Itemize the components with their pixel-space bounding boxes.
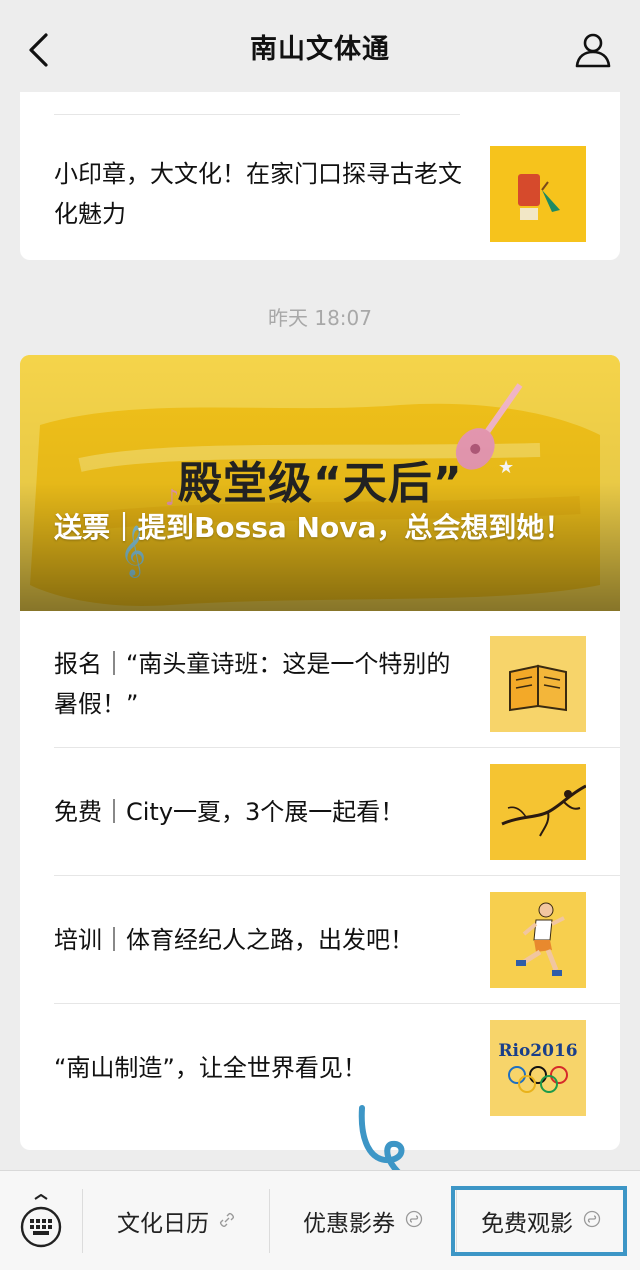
runner-thumbnail [490, 892, 586, 988]
rio-logo-text: Rio2016 [498, 1041, 578, 1061]
chevron-left-icon [29, 33, 48, 67]
menu-item-culture-calendar[interactable]: 文化日历 [83, 1171, 269, 1270]
miniprogram-icon [405, 1208, 423, 1234]
featured-banner[interactable]: 𝄞 ♪ ★ 殿堂级“天后” 送票｜提到Bossa Nova，总会想到她！ [20, 355, 620, 611]
link-icon [219, 1208, 235, 1234]
olympic-rings-icon [508, 1066, 568, 1093]
profile-button[interactable] [574, 30, 612, 68]
divider [54, 114, 460, 115]
list-item[interactable]: 免费｜City一夏，3个展一起看！ [54, 748, 586, 876]
article-title: 报名｜“南头童诗班：这是一个特别的暑假！” [54, 650, 451, 718]
article-title: 小印章，大文化！在家门口探寻古老文化魅力 [54, 160, 462, 228]
user-icon [575, 33, 611, 68]
menu-item-label: 文化日历 [117, 1211, 209, 1237]
keyboard-icon [20, 1194, 62, 1248]
featured-caption: 送票｜提到Bossa Nova，总会想到她！ [54, 511, 573, 544]
keyboard-toggle-button[interactable] [18, 1193, 64, 1249]
seal-thumbnail [490, 146, 586, 242]
seal-stamp-icon [490, 146, 586, 242]
annotation-highlight-box [451, 1186, 627, 1256]
list-item[interactable]: 报名｜“南头童诗班：这是一个特别的暑假！” [54, 620, 586, 748]
branch-thumbnail [490, 764, 586, 860]
list-item[interactable]: 小印章，大文化！在家门口探寻古老文化魅力 [54, 130, 586, 258]
message-timestamp: 昨天 18:07 [268, 306, 372, 330]
menu-item-discount-tickets[interactable]: 优惠影券 [270, 1171, 456, 1270]
article-title: 培训｜体育经纪人之路，出发吧！ [54, 926, 414, 954]
runner-icon [490, 892, 586, 988]
book-icon [490, 636, 586, 732]
book-thumbnail [490, 636, 586, 732]
ink-branch-icon [490, 764, 586, 860]
article-title: “南山制造”，让全世界看见！ [54, 1054, 367, 1082]
article-title: 免费｜City一夏，3个展一起看！ [54, 798, 405, 826]
article-card: 𝄞 ♪ ★ 殿堂级“天后” 送票｜提到Bossa Nova，总会想到她！ 报名｜… [20, 355, 620, 1150]
list-item[interactable]: “南山制造”，让全世界看见！ Rio2016 [54, 1004, 586, 1132]
nav-header: 南山文体通 [0, 0, 640, 92]
olympics-thumbnail: Rio2016 [490, 1020, 586, 1116]
page-title: 南山文体通 [250, 33, 390, 65]
list-item[interactable]: 培训｜体育经纪人之路，出发吧！ [54, 876, 586, 1004]
banner-headline: 殿堂级“天后” [178, 458, 463, 509]
menu-item-label: 优惠影券 [303, 1211, 395, 1237]
back-button[interactable] [22, 30, 54, 70]
